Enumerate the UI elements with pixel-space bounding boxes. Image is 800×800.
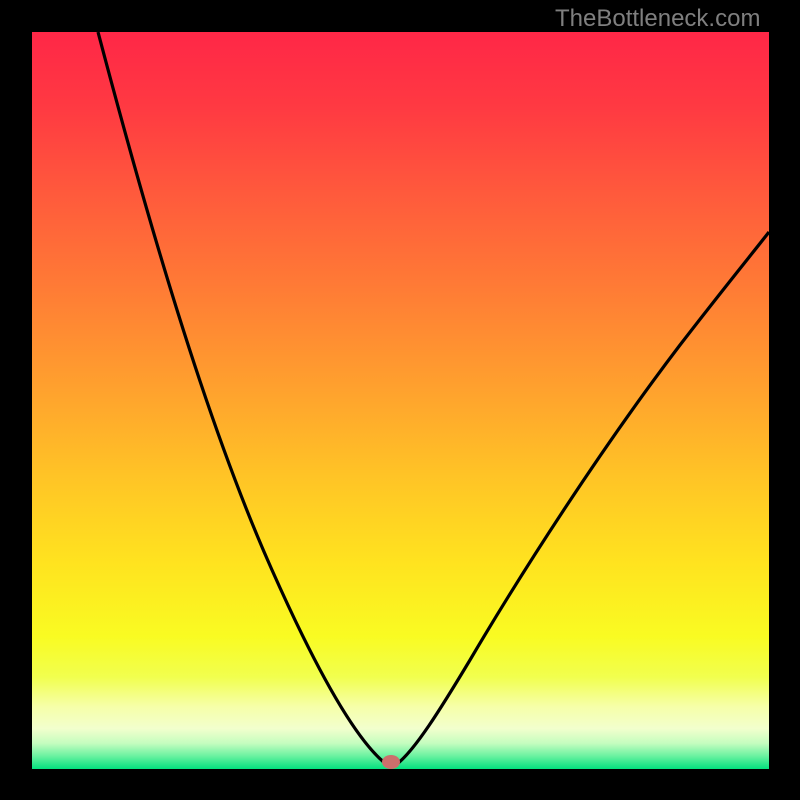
watermark-text: TheBottleneck.com bbox=[555, 5, 760, 33]
chart-svg bbox=[0, 0, 800, 800]
optimal-point-marker bbox=[382, 755, 400, 769]
plot-area bbox=[32, 32, 769, 769]
chart-frame: { "watermark": { "text": "TheBottleneck.… bbox=[0, 0, 800, 800]
